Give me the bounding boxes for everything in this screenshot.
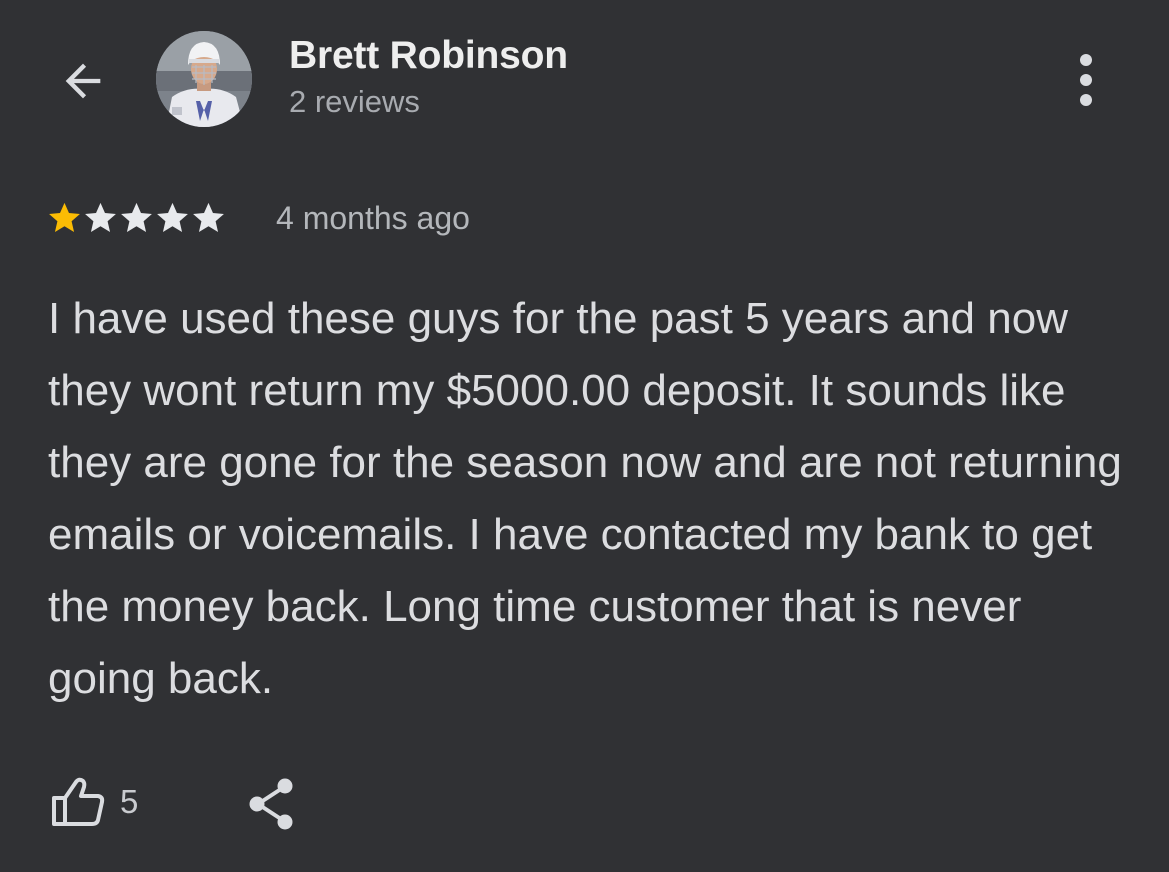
star-empty-icon (121, 202, 152, 232)
avatar-photo (156, 31, 252, 127)
share-icon (249, 778, 293, 830)
star-empty-icon (85, 202, 116, 232)
star-rating (46, 199, 226, 236)
more-vert-icon-dot (1080, 94, 1092, 106)
more-options-button[interactable] (1060, 50, 1112, 110)
like-button[interactable]: 5 (50, 776, 138, 828)
review-screen: Brett Robinson 2 reviews 4 months ago I … (0, 0, 1169, 872)
share-button[interactable] (244, 776, 300, 832)
star-empty-icon (193, 202, 224, 232)
avatar[interactable] (156, 31, 252, 127)
more-vert-icon-dot (1080, 74, 1092, 86)
author-name[interactable]: Brett Robinson (289, 34, 568, 78)
like-count: 5 (120, 783, 139, 820)
more-vert-icon (1080, 54, 1092, 66)
star-filled-icon (49, 202, 80, 232)
author-review-count: 2 reviews (289, 84, 420, 119)
thumb-up-icon (52, 777, 105, 826)
arrow-back-icon (65, 63, 101, 99)
back-button[interactable] (52, 50, 114, 112)
star-empty-icon (157, 202, 188, 232)
review-text: I have used these guys for the past 5 ye… (48, 294, 1122, 703)
review-time: 4 months ago (276, 200, 470, 236)
